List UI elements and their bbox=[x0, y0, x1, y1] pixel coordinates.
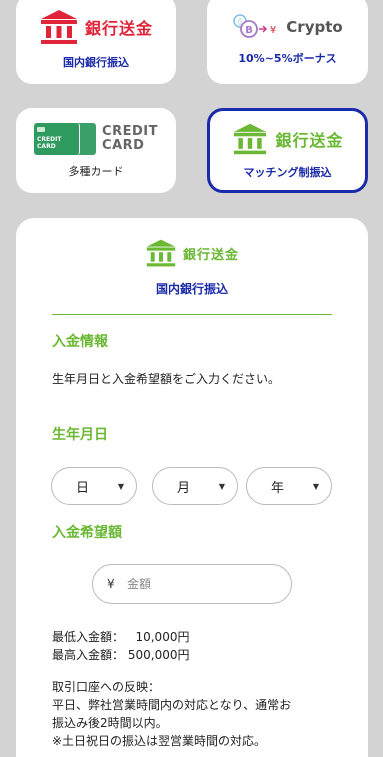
reflection-line: 取引口座への反映： bbox=[52, 680, 161, 694]
instruction-text: 生年月日と入金希望額をご入力ください。 bbox=[52, 372, 281, 386]
bank-logo: 銀行送金 bbox=[39, 8, 153, 46]
logo-line-1: CREDIT bbox=[102, 123, 158, 139]
panel-header: 銀行送金 国内銀行振込 bbox=[16, 218, 368, 297]
max-amount-value: 500,000円 bbox=[127, 648, 190, 662]
deposit-form-panel: 銀行送金 国内銀行振込 入金情報 生年月日と入金希望額をご入力ください。 生年月… bbox=[16, 218, 368, 757]
dob-title: 生年月日 bbox=[52, 427, 108, 443]
bank-logo-text: 銀行送金 bbox=[84, 19, 153, 38]
day-select[interactable]: 日 ▼ bbox=[51, 467, 137, 505]
svg-text:B: B bbox=[245, 25, 253, 36]
reflection-line: 平日、弊社営業時間内の対応となり、通常お bbox=[52, 698, 292, 712]
max-amount-row: 最高入金額： 500,000円 bbox=[52, 646, 189, 664]
bank-logo-text: 銀行送金 bbox=[275, 130, 344, 150]
deposit-limits: 最低入金額： 10,000円 最高入金額： 500,000円 bbox=[52, 628, 189, 664]
chevron-down-icon: ▼ bbox=[312, 481, 319, 491]
crypto-coins-icon: ◊ B ¥ bbox=[233, 14, 276, 38]
reflection-notes: 取引口座への反映： 平日、弊社営業時間内の対応となり、通常お 振込み後2時間以内… bbox=[52, 678, 291, 750]
divider bbox=[52, 314, 332, 315]
crypto-logo: ◊ B ¥ Crypto bbox=[232, 12, 343, 42]
card-print-1: CREDIT bbox=[37, 135, 62, 143]
max-amount-label: 最高入金額： bbox=[52, 648, 125, 662]
reflection-line: ※土日祝日の振込は翌営業時間の対応。 bbox=[52, 734, 267, 748]
year-select-value: 年 bbox=[271, 480, 285, 496]
credit-card-icon: CREDITCARD CREDITCARD bbox=[34, 122, 97, 155]
bank-logo-text: 銀行送金 bbox=[182, 247, 239, 263]
min-amount-value: 10,000円 bbox=[135, 630, 190, 644]
method-caption: 国内銀行振込 bbox=[63, 56, 129, 69]
yen-icon: ¥ bbox=[107, 577, 115, 591]
method-card-matching-transfer[interactable]: 銀行送金 マッチング制振込 bbox=[207, 108, 368, 193]
panel-subtitle: 国内銀行振込 bbox=[155, 282, 228, 296]
amount-input[interactable] bbox=[127, 577, 277, 591]
crypto-logo-text: Crypto bbox=[286, 18, 343, 36]
year-select[interactable]: 年 ▼ bbox=[246, 467, 332, 505]
svg-text:¥: ¥ bbox=[270, 25, 276, 36]
method-caption: 10%~5%ボーナス bbox=[238, 52, 337, 65]
chevron-down-icon: ▼ bbox=[218, 481, 225, 491]
method-caption: マッチング制振込 bbox=[243, 165, 332, 179]
method-card-bank-transfer[interactable]: 銀行送金 国内銀行振込 bbox=[16, 0, 176, 84]
deposit-info-title: 入金情報 bbox=[52, 334, 108, 350]
bank-logo: 銀行送金 bbox=[231, 122, 343, 156]
bank-icon bbox=[40, 10, 77, 44]
amount-field[interactable]: ¥ bbox=[92, 564, 292, 604]
chevron-down-icon: ▼ bbox=[117, 481, 124, 491]
month-select-value: 月 bbox=[177, 480, 191, 496]
card-print-2: CARD bbox=[37, 142, 56, 150]
day-select-value: 日 bbox=[76, 480, 90, 496]
credit-card-logo: CREDITCARD CREDITCARD CREDIT CARD bbox=[34, 122, 158, 155]
logo-line-2: CARD bbox=[102, 137, 145, 153]
bank-icon bbox=[234, 123, 267, 154]
method-card-credit-card[interactable]: CREDITCARD CREDITCARD CREDIT CARD 多種カード bbox=[16, 108, 176, 193]
credit-card-logo-text: CREDIT CARD bbox=[102, 123, 158, 153]
method-card-crypto[interactable]: ◊ B ¥ Crypto 10%~5%ボーナス bbox=[207, 0, 368, 84]
reflection-line: 振込み後2時間以内。 bbox=[52, 716, 168, 730]
min-amount-label: 最低入金額： bbox=[52, 630, 125, 644]
amount-title: 入金希望額 bbox=[52, 525, 122, 541]
min-amount-row: 最低入金額： 10,000円 bbox=[52, 628, 189, 646]
bank-logo: 銀行送金 bbox=[145, 238, 239, 268]
method-caption: 多種カード bbox=[68, 164, 124, 178]
month-select[interactable]: 月 ▼ bbox=[152, 467, 238, 505]
deposit-page: 銀行送金 国内銀行振込 ◊ B ¥ Crypto 10%~5%ボーナス CRED… bbox=[0, 0, 383, 757]
bank-icon bbox=[146, 239, 176, 267]
